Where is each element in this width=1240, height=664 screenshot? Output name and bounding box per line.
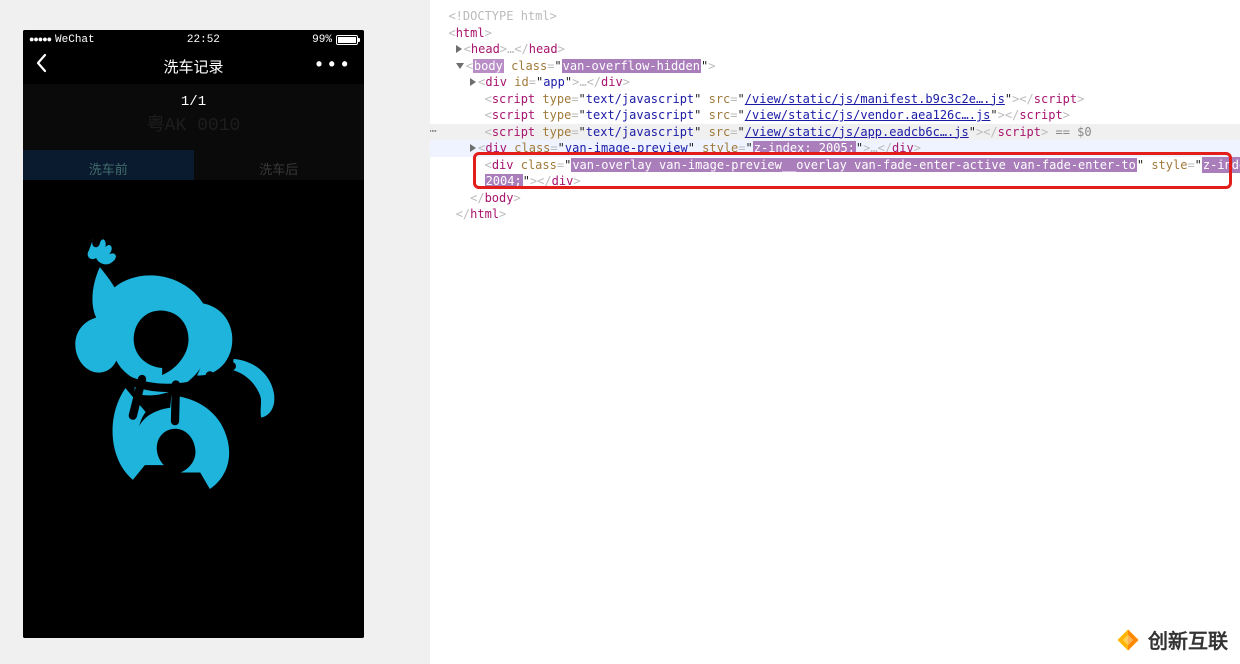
watermark: 创新互联 — [1114, 625, 1228, 654]
status-time: 22:52 — [187, 34, 220, 46]
code-line: <body class="van-overflow-hidden"> — [430, 58, 1240, 75]
code-line-highlighted: <div class="van-overlay van-image-previe… — [430, 157, 1240, 174]
code-line: <!DOCTYPE html> — [430, 8, 1240, 25]
code-line: <script type="text/javascript" src="/vie… — [430, 91, 1240, 108]
nav-bar: 洗车记录 ••• — [23, 48, 364, 84]
context-dots-icon[interactable]: ⋯ — [430, 124, 438, 141]
watermark-logo-icon — [1114, 626, 1142, 654]
battery-icon — [336, 35, 358, 45]
code-line: <html> — [430, 25, 1240, 42]
back-icon[interactable] — [35, 53, 47, 80]
devtools-elements-panel[interactable]: <!DOCTYPE html> <html> <head>…</head> <b… — [430, 0, 1240, 664]
carrier-label: WeChat — [55, 34, 95, 46]
code-line: <div id="app">…</div> — [430, 74, 1240, 91]
code-line-highlighted: 2004;"></div> — [430, 173, 1240, 190]
mobile-simulator-panel: ●●●●● WeChat 22:52 99% 洗车记录 ••• 1/1 粤AK … — [0, 0, 430, 664]
code-line: <head>…</head> — [430, 41, 1240, 58]
code-line-selected: ⋯ <script type="text/javascript" src="/v… — [430, 124, 1240, 141]
code-line: </html> — [430, 206, 1240, 223]
preview-image — [43, 218, 318, 518]
code-line: <div class="van-image-preview" style="z-… — [430, 140, 1240, 157]
status-bar: ●●●●● WeChat 22:52 99% — [23, 30, 364, 48]
battery-percent: 99% — [312, 34, 332, 46]
signal-icon: ●●●●● — [29, 35, 51, 45]
license-plate: 粤AK 0010 — [23, 110, 364, 136]
image-preview[interactable] — [23, 180, 364, 638]
phone-frame: ●●●●● WeChat 22:52 99% 洗车记录 ••• 1/1 粤AK … — [23, 30, 364, 638]
code-line: </body> — [430, 190, 1240, 207]
image-counter: 1/1 — [23, 84, 364, 113]
code-line: <script type="text/javascript" src="/vie… — [430, 107, 1240, 124]
watermark-text: 创新互联 — [1148, 625, 1228, 654]
more-icon[interactable]: ••• — [314, 56, 352, 76]
